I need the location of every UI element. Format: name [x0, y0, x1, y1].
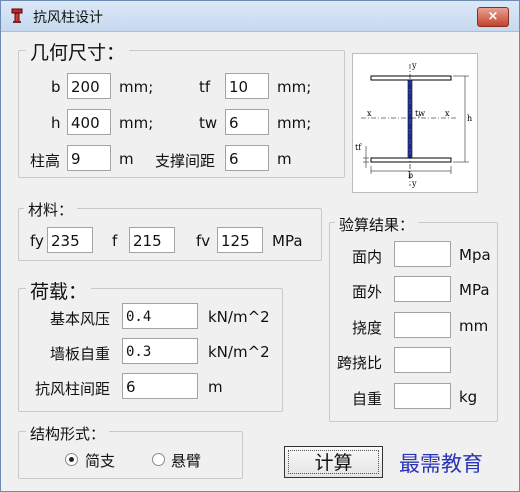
material-unit: MPa: [272, 232, 303, 250]
wall-weight-unit: kN/m^2: [208, 343, 270, 361]
wind-pressure-unit: kN/m^2: [208, 308, 270, 326]
self-weight-unit: kg: [459, 388, 478, 406]
cantilever-radio[interactable]: [152, 453, 165, 466]
wind-pressure-input[interactable]: 0.4: [122, 303, 198, 329]
tf-unit: mm;: [277, 78, 312, 96]
diagram-h: h: [467, 114, 472, 123]
b-unit: mm;: [119, 78, 154, 96]
span-ratio-label: 跨挠比: [337, 354, 383, 372]
height-input[interactable]: 9: [67, 145, 111, 171]
tf-label: tf: [199, 78, 211, 96]
in-plane-label: 面内: [352, 248, 383, 266]
diagram-tw: tw: [415, 109, 425, 118]
diagram-x-left: x: [367, 109, 372, 118]
load-legend: 荷载：: [26, 277, 92, 304]
results-legend: 验算结果：: [335, 214, 419, 235]
h-unit: mm;: [119, 114, 154, 132]
diagram-y-bottom: y: [411, 179, 417, 188]
fy-label: fy: [30, 232, 44, 250]
out-plane-output: [394, 276, 451, 302]
f-label: f: [112, 232, 118, 250]
tw-unit: mm;: [277, 114, 312, 132]
in-plane-output: [394, 241, 451, 267]
support-spacing-unit: m: [277, 150, 292, 168]
structure-type-legend: 结构形式：: [26, 423, 110, 444]
span-ratio-output: [394, 347, 451, 373]
deflection-output: [394, 312, 451, 338]
tw-label: tw: [199, 114, 218, 132]
b-input[interactable]: 200: [67, 73, 111, 99]
column-spacing-input[interactable]: 6: [122, 373, 198, 399]
app-window: 抗风柱设计 × 几何尺寸： b 200 mm; tf 10 mm; h 400 …: [0, 0, 520, 492]
h-label: h: [51, 114, 61, 132]
out-plane-label: 面外: [352, 283, 383, 301]
tf-input[interactable]: 10: [225, 73, 269, 99]
radio-selected-dot: [69, 457, 74, 462]
wall-weight-input[interactable]: 0.3: [122, 338, 198, 364]
height-unit: m: [119, 150, 134, 168]
column-spacing-label: 抗风柱间距: [35, 380, 111, 398]
close-button[interactable]: ×: [477, 7, 509, 27]
fv-label: fv: [196, 232, 211, 250]
f-input[interactable]: 215: [129, 227, 175, 253]
in-plane-unit: Mpa: [459, 246, 491, 264]
calculate-button[interactable]: 计算: [284, 446, 383, 478]
diagram-x-right: x: [445, 109, 450, 118]
deflection-label: 挠度: [352, 319, 383, 337]
fv-input[interactable]: 125: [217, 227, 263, 253]
deflection-unit: mm: [459, 317, 489, 335]
simple-support-radio[interactable]: [65, 453, 78, 466]
wall-weight-label: 墙板自重: [50, 345, 111, 363]
support-spacing-label: 支撑间距: [155, 152, 216, 170]
title-bar: 抗风柱设计 ×: [1, 1, 519, 32]
watermark: 最需教育: [399, 452, 483, 476]
out-plane-unit: MPa: [459, 281, 490, 299]
diagram-b: b: [408, 171, 413, 180]
diagram-tf: tf: [355, 143, 362, 152]
geometry-legend: 几何尺寸：: [26, 38, 130, 65]
app-icon: [11, 8, 23, 23]
self-weight-label: 自重: [352, 390, 383, 408]
h-input[interactable]: 400: [67, 109, 111, 135]
fy-input[interactable]: 235: [47, 227, 93, 253]
support-spacing-input[interactable]: 6: [225, 145, 269, 171]
self-weight-output: [394, 383, 451, 409]
window-title: 抗风柱设计: [33, 10, 103, 26]
height-label: 柱高: [30, 152, 61, 170]
cantilever-label[interactable]: 悬臂: [171, 450, 201, 471]
column-spacing-unit: m: [208, 378, 223, 396]
simple-support-label[interactable]: 简支: [85, 450, 115, 471]
diagram-y-top: y: [411, 61, 417, 70]
i-beam-section-diagram: y y x x tw tf b h: [352, 53, 478, 193]
b-label: b: [51, 78, 61, 96]
wind-pressure-label: 基本风压: [50, 310, 111, 328]
material-legend: 材料：: [24, 199, 78, 220]
tw-input[interactable]: 6: [225, 109, 269, 135]
